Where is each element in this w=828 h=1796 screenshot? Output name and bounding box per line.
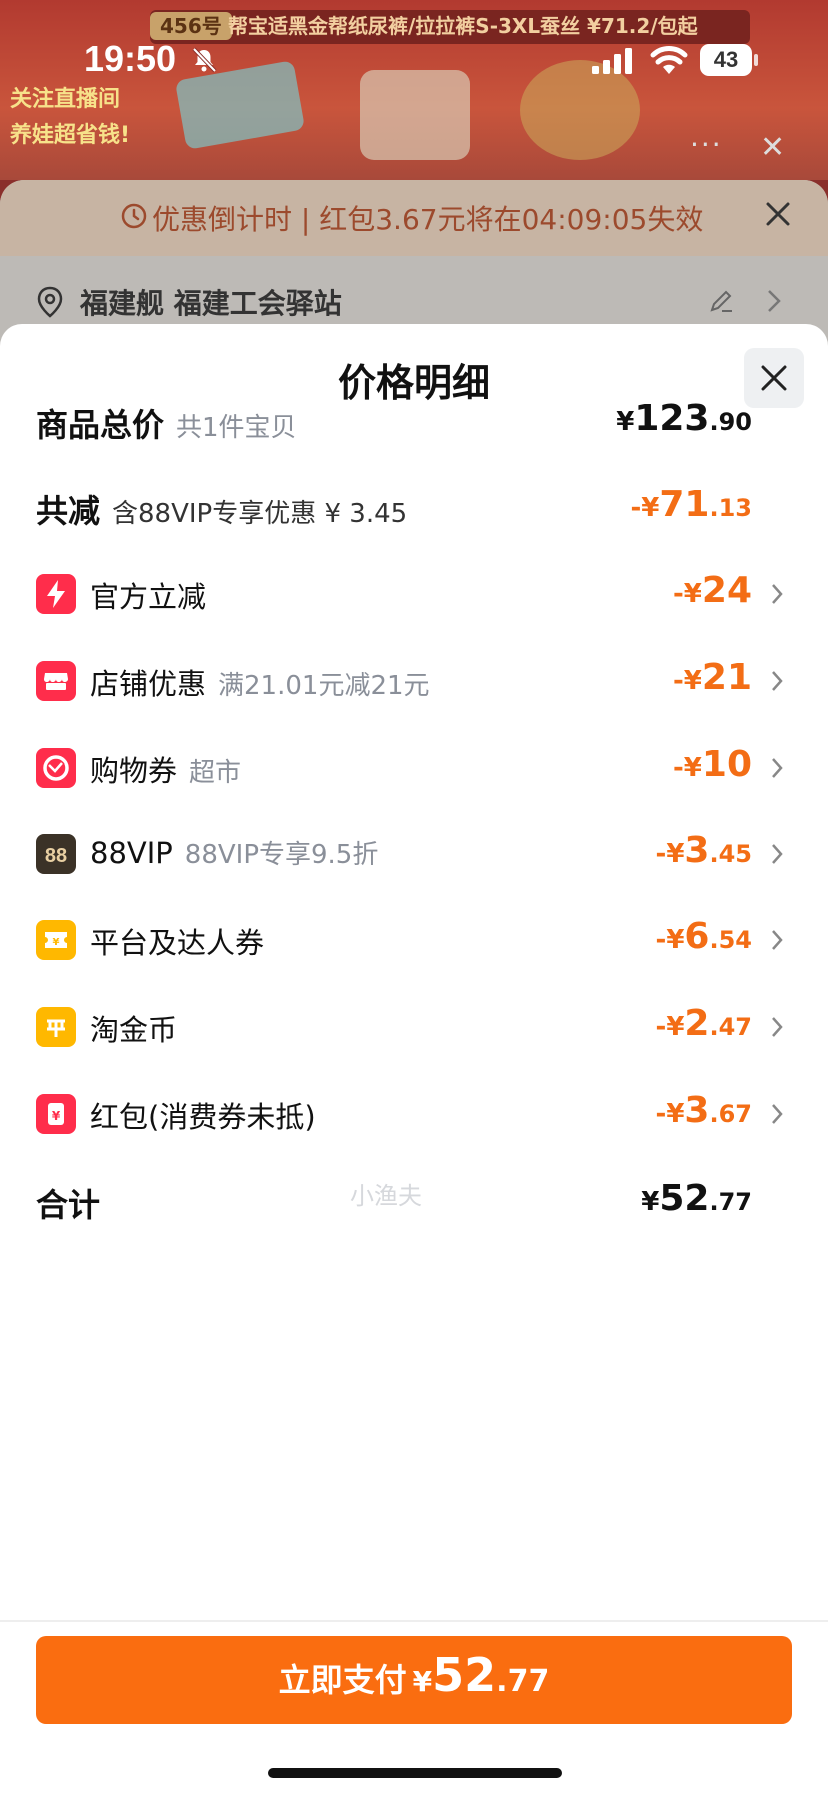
discount-row-official[interactable]: 官方立减 -¥24 [0, 564, 828, 624]
close-icon[interactable] [760, 196, 796, 232]
lightning-icon [36, 574, 76, 614]
discount-row-88vip[interactable]: 88 88VIP 88VIP专享9.5折 -¥3.45 [0, 824, 828, 884]
sum-amount: ¥52.77 [641, 1178, 752, 1219]
total-reduction-row: 共减 含88VIP专享优惠 ¥ 3.45 -¥71.13 [0, 478, 828, 538]
clock-icon [121, 203, 147, 229]
live-promo-line2: 养娃超省钱! [10, 123, 131, 148]
total-price-row: 商品总价 共1件宝贝 ¥123.90 [0, 392, 828, 452]
chevron-right-icon [772, 671, 783, 691]
discount-amount: -¥3.45 [655, 830, 752, 871]
divider [0, 1620, 828, 1622]
bell-muted-icon [192, 47, 217, 73]
countdown-text: 优惠倒计时 | 红包3.67元将在04:09:05失效 [152, 203, 704, 236]
address-text: 福建舰 福建工会驿站 [80, 287, 342, 320]
vip-included-note: 含88VIP专享优惠 ¥ 3.45 [112, 499, 408, 529]
total-price-amount: ¥123.90 [616, 398, 752, 439]
price-detail-sheet: 价格明细 商品总价 共1件宝贝 ¥123.90 共减 含88VIP专享优惠 ¥ 3.… [0, 324, 828, 1796]
discount-amount: -¥24 [673, 570, 752, 611]
discount-label: 88VIP [90, 836, 173, 870]
svg-text:¥: ¥ [52, 1109, 61, 1123]
discount-row-coupon[interactable]: 购物券 超市 -¥10 [0, 738, 828, 798]
discount-row-taojinbi[interactable]: 淘金币 -¥2.47 [0, 997, 828, 1057]
edit-icon[interactable] [708, 288, 734, 314]
battery-level: 43 [700, 44, 752, 76]
chevron-right-icon [772, 1017, 783, 1037]
chevron-right-icon [768, 290, 781, 312]
close-icon [761, 365, 787, 391]
discount-amount: -¥21 [673, 657, 752, 698]
total-reduction-amount: -¥71.13 [630, 484, 752, 525]
total-reduction-label: 共减 含88VIP专享优惠 ¥ 3.45 [36, 492, 408, 530]
discount-amount: -¥10 [673, 744, 752, 785]
svg-text:¥: ¥ [53, 937, 60, 948]
discount-label: 红包(消费券未抵) [90, 1100, 316, 1134]
ticket-icon: ¥ [36, 920, 76, 960]
discount-label: 淘金币 [90, 1013, 178, 1047]
wifi-icon [650, 46, 688, 74]
svg-text:88: 88 [45, 845, 67, 867]
more-icon[interactable]: ··· [690, 128, 723, 161]
chevron-right-icon [772, 758, 783, 778]
discount-sub: 满21.01元减21元 [218, 671, 430, 701]
watermark: 小渔夫 [350, 1182, 422, 1210]
total-price-label: 商品总价 共1件宝贝 [36, 406, 297, 444]
discount-row-shop[interactable]: 店铺优惠 满21.01元减21元 -¥21 [0, 651, 828, 711]
home-indicator [268, 1768, 562, 1778]
red-packet-icon: ¥ [36, 1094, 76, 1134]
discount-label: 平台及达人券 [90, 926, 265, 960]
discount-label: 官方立减 [90, 580, 207, 614]
coupon-icon [36, 748, 76, 788]
discount-amount: -¥6.54 [655, 916, 752, 957]
status-bar: 19:50 43 [0, 0, 828, 120]
pay-amount: 52 [432, 1648, 497, 1702]
discount-sub: 88VIP专享9.5折 [184, 840, 379, 870]
discount-label: 店铺优惠 [90, 667, 207, 701]
discount-amount: -¥3.67 [655, 1090, 752, 1131]
address-row[interactable]: 福建舰 福建工会驿站 [0, 272, 828, 332]
discount-label: 购物券 [90, 754, 178, 788]
coin-icon [36, 1007, 76, 1047]
discount-sub: 超市 [189, 758, 242, 788]
chevron-right-icon [772, 584, 783, 604]
total-count: 共1件宝贝 [176, 413, 297, 443]
vip88-icon: 88 [36, 834, 76, 874]
status-time: 19:50 [84, 38, 177, 79]
discount-row-red-packet[interactable]: ¥ 红包(消费券未抵) -¥3.67 [0, 1084, 828, 1144]
chevron-right-icon [772, 1104, 783, 1124]
discount-amount: -¥2.47 [655, 1003, 752, 1044]
chevron-right-icon [772, 844, 783, 864]
battery-icon: 43 [700, 44, 758, 76]
location-pin-icon [37, 286, 63, 318]
signal-icon [592, 48, 632, 74]
shop-icon [36, 661, 76, 701]
discount-row-platform[interactable]: ¥ 平台及达人券 -¥6.54 [0, 910, 828, 970]
pay-now-button[interactable]: 立即支付 ¥52.77 [36, 1636, 792, 1724]
chevron-right-icon [772, 930, 783, 950]
close-icon[interactable]: ✕ [760, 130, 785, 165]
sum-label: 合计 [36, 1186, 101, 1224]
pay-label: 立即支付 [278, 1661, 407, 1699]
